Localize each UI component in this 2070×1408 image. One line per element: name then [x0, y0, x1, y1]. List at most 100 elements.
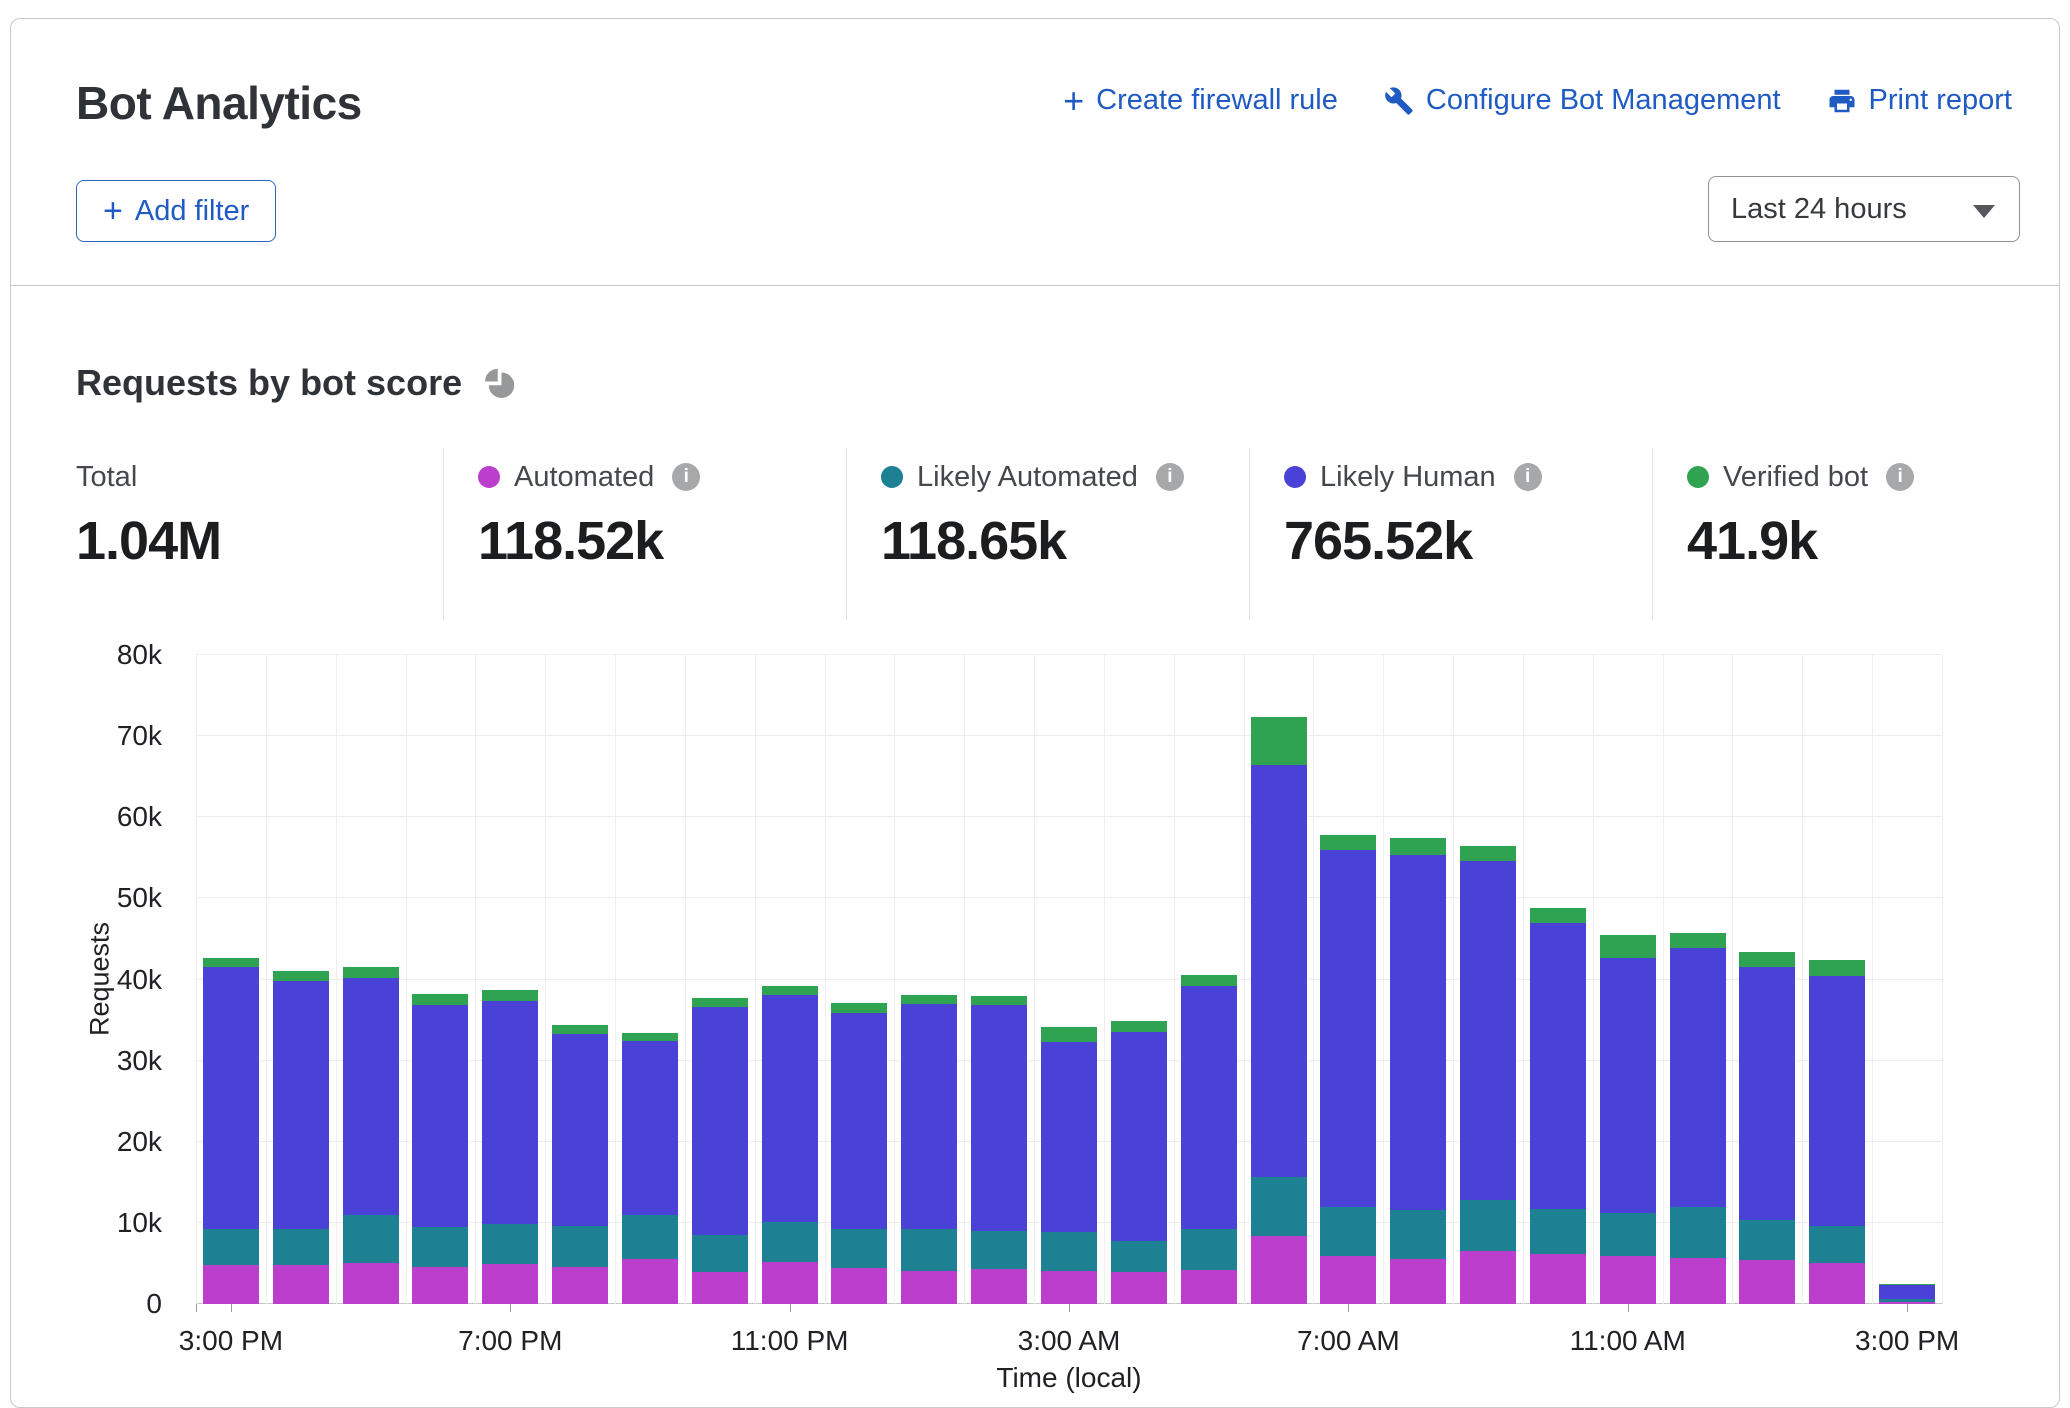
bar-segment-automated — [831, 1268, 887, 1305]
stat-likely-human: Likely Human i 765.52k — [1249, 448, 1652, 620]
stat-value: 1.04M — [76, 510, 443, 572]
bar-segment-verified-bot — [482, 990, 538, 1001]
bar-segment-verified-bot — [1809, 960, 1865, 976]
bar-800am[interactable] — [1390, 838, 1446, 1304]
x-tick-label: 11:00 AM — [1570, 1325, 1686, 1357]
bar-segment-likely-human — [971, 1005, 1027, 1231]
section-title-row: Requests by bot score — [76, 362, 518, 404]
info-icon[interactable]: i — [1886, 463, 1914, 491]
bar-segment-verified-bot — [1111, 1021, 1167, 1032]
bar-segment-automated — [692, 1272, 748, 1304]
bar-segment-automated — [1251, 1236, 1307, 1304]
bar-1200am[interactable] — [831, 1003, 887, 1304]
bar-segment-likely-automated — [971, 1231, 1027, 1269]
bar-segment-automated — [1111, 1272, 1167, 1304]
x-tick-label: 11:00 PM — [731, 1325, 849, 1357]
x-axis-tick — [1907, 1304, 1908, 1312]
bar-segment-automated — [1181, 1270, 1237, 1304]
gridline — [545, 655, 546, 1304]
bar-200pm[interactable] — [1809, 960, 1865, 1304]
x-axis-tick — [1348, 1304, 1349, 1312]
x-axis-title: Time (local) — [996, 1362, 1141, 1394]
x-axis-tick — [1069, 1304, 1070, 1312]
bar-segment-verified-bot — [203, 958, 259, 967]
bar-segment-automated — [1320, 1256, 1376, 1304]
bar-segment-automated — [552, 1267, 608, 1304]
gridline — [196, 816, 1942, 817]
bar-500am[interactable] — [1181, 975, 1237, 1304]
gridline — [1732, 655, 1733, 1304]
bar-segment-likely-automated — [692, 1235, 748, 1272]
bar-segment-likely-automated — [1181, 1229, 1237, 1270]
bar-segment-likely-human — [1600, 958, 1656, 1213]
bar-1200pm[interactable] — [1670, 933, 1726, 1304]
bar-segment-likely-automated — [273, 1229, 329, 1265]
bar-600pm[interactable] — [412, 994, 468, 1304]
gridline — [196, 655, 197, 1304]
bar-segment-likely-automated — [1530, 1209, 1586, 1254]
bar-100am[interactable] — [901, 995, 957, 1304]
bar-900am[interactable] — [1460, 846, 1516, 1304]
info-icon[interactable]: i — [1514, 463, 1542, 491]
bar-300pm[interactable] — [203, 958, 259, 1304]
stat-likely-automated: Likely Automated i 118.65k — [846, 448, 1249, 620]
bar-segment-verified-bot — [762, 986, 818, 995]
bar-1100pm[interactable] — [762, 986, 818, 1304]
gridline — [196, 735, 1942, 736]
bar-700pm[interactable] — [482, 990, 538, 1304]
bar-segment-likely-human — [762, 995, 818, 1222]
bar-segment-verified-bot — [412, 994, 468, 1005]
bar-200am[interactable] — [971, 996, 1027, 1304]
bar-100pm[interactable] — [1739, 952, 1795, 1304]
bar-segment-likely-automated — [1390, 1210, 1446, 1259]
bar-segment-automated — [412, 1267, 468, 1304]
bar-segment-verified-bot — [1879, 1284, 1935, 1286]
bar-segment-automated — [1670, 1258, 1726, 1304]
info-icon[interactable]: i — [1156, 463, 1184, 491]
stat-label: Automated — [514, 461, 654, 494]
bar-800pm[interactable] — [552, 1025, 608, 1304]
print-report-link[interactable]: Print report — [1827, 84, 2012, 117]
bar-segment-likely-automated — [1739, 1220, 1795, 1260]
bar-segment-automated — [762, 1262, 818, 1304]
gridline — [825, 655, 826, 1304]
bar-segment-likely-human — [273, 981, 329, 1229]
bar-segment-automated — [622, 1259, 678, 1304]
x-axis-tick — [1628, 1304, 1629, 1312]
add-filter-button[interactable]: + Add filter — [76, 180, 276, 242]
gridline — [475, 655, 476, 1304]
y-tick-label: 20k — [52, 1126, 162, 1158]
bar-300am[interactable] — [1041, 1027, 1097, 1304]
bar-segment-automated — [1879, 1302, 1935, 1304]
bar-segment-likely-human — [1739, 967, 1795, 1221]
bar-segment-verified-bot — [1251, 717, 1307, 764]
create-firewall-rule-link[interactable]: + Create firewall rule — [1063, 84, 1338, 117]
bar-1000am[interactable] — [1530, 908, 1586, 1304]
bar-segment-verified-bot — [1600, 935, 1656, 959]
bar-1100am[interactable] — [1600, 935, 1656, 1304]
time-range-select[interactable]: Last 24 hours — [1708, 176, 2020, 242]
bar-600am[interactable] — [1251, 717, 1307, 1304]
x-tick-label: 7:00 AM — [1297, 1325, 1400, 1357]
gridline — [1872, 655, 1873, 1304]
bar-400pm[interactable] — [273, 971, 329, 1304]
y-tick-label: 40k — [52, 964, 162, 996]
plus-icon: + — [1063, 87, 1084, 115]
bar-1000pm[interactable] — [692, 998, 748, 1304]
page-title: Bot Analytics — [76, 76, 362, 130]
bar-700am[interactable] — [1320, 835, 1376, 1304]
bar-segment-verified-bot — [692, 998, 748, 1007]
header-actions: + Create firewall rule Configure Bot Man… — [1063, 84, 2012, 117]
info-icon[interactable]: i — [672, 463, 700, 491]
bar-400am[interactable] — [1111, 1021, 1167, 1304]
bar-300pm[interactable] — [1879, 1284, 1935, 1304]
bar-900pm[interactable] — [622, 1033, 678, 1304]
bar-segment-likely-human — [1809, 976, 1865, 1226]
bar-segment-likely-automated — [901, 1229, 957, 1270]
bar-segment-automated — [1041, 1271, 1097, 1304]
section-title: Requests by bot score — [76, 362, 462, 404]
y-tick-label: 10k — [52, 1207, 162, 1239]
y-tick-label: 50k — [52, 882, 162, 914]
configure-bot-management-link[interactable]: Configure Bot Management — [1384, 84, 1781, 117]
bar-500pm[interactable] — [343, 967, 399, 1304]
